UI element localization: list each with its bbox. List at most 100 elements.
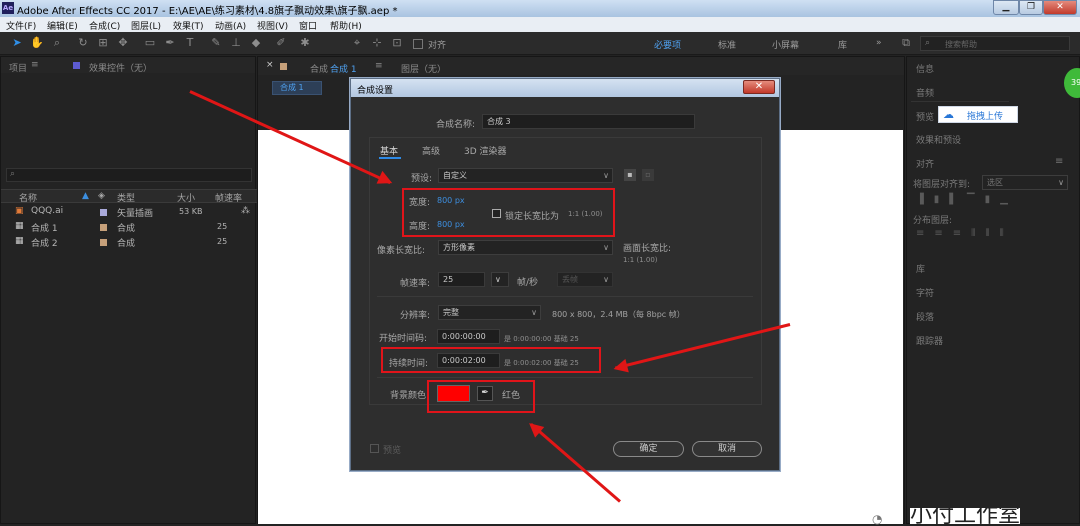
workspace-essentials[interactable]: 必要项 xyxy=(654,38,681,51)
project-search-input[interactable]: ⌕ xyxy=(6,168,252,182)
panel-menu-icon[interactable]: ≡ xyxy=(1055,156,1063,167)
delete-preset-icon[interactable]: ▫ xyxy=(642,169,654,181)
audio-panel-tab[interactable]: 音频 xyxy=(916,86,934,99)
tab-3d-renderer[interactable]: 3D 渲染器 xyxy=(464,144,507,157)
label-color-swatch xyxy=(100,224,107,231)
drop-frame-dropdown[interactable]: 丢帧 ∨ xyxy=(557,272,613,287)
preview-panel-tab[interactable]: 预览 xyxy=(916,110,934,123)
menu-window[interactable]: 窗口 xyxy=(299,19,317,32)
workspace-overflow[interactable]: » xyxy=(876,38,882,48)
local-axis-icon[interactable]: ⌖ xyxy=(350,36,364,50)
info-panel-tab[interactable]: 信息 xyxy=(916,62,934,75)
fps-input[interactable]: 25 xyxy=(438,272,485,287)
label-tag-icon[interactable]: ◈ xyxy=(98,191,105,201)
layer-tab[interactable]: 图层（无） xyxy=(401,62,446,75)
preset-value: 自定义 xyxy=(443,171,467,180)
col-fps[interactable]: 帧速率 xyxy=(215,191,242,204)
workspace-libraries[interactable]: 库 xyxy=(838,38,847,51)
paragraph-tab[interactable]: 段落 xyxy=(916,310,934,323)
workspace-standard[interactable]: 标准 xyxy=(718,38,736,51)
panel-menu-icon[interactable]: ≡ xyxy=(375,61,383,71)
col-size[interactable]: 大小 xyxy=(177,191,195,204)
cancel-button[interactable]: 取消 xyxy=(692,441,762,457)
comp-name-input[interactable]: 合成 3 xyxy=(482,114,695,129)
tracker-tab[interactable]: 跟踪器 xyxy=(916,334,943,347)
menu-file[interactable]: 文件(F) xyxy=(6,19,36,32)
minimize-button[interactable]: ▁ xyxy=(993,0,1019,15)
menu-effect[interactable]: 效果(T) xyxy=(173,19,204,32)
clone-stamp-tool-icon[interactable]: ⊥ xyxy=(229,36,243,50)
tab-basic[interactable]: 基本 xyxy=(380,144,398,157)
app-icon: Ae xyxy=(2,2,14,14)
rectangle-tool-icon[interactable]: ▭ xyxy=(143,36,157,50)
fps-label: 帧速率: xyxy=(400,279,431,289)
brush-tool-icon[interactable]: ✎ xyxy=(209,36,223,50)
highlight-size-box xyxy=(402,188,615,237)
upload-button[interactable]: ☁ 拖拽上传 xyxy=(938,106,1018,123)
menu-edit[interactable]: 编辑(E) xyxy=(47,19,78,32)
pixel-aspect-value: 方形像素 xyxy=(443,243,475,252)
panel-menu-icon[interactable]: ≡ xyxy=(31,60,39,70)
help-search-input[interactable]: ⌕ 搜索帮助 xyxy=(920,36,1070,51)
close-button[interactable]: ✕ xyxy=(1043,0,1077,15)
maximize-button[interactable]: ❐ xyxy=(1019,0,1043,15)
menu-help[interactable]: 帮助(H) xyxy=(330,19,362,32)
hand-tool-icon[interactable]: ✋ xyxy=(30,36,44,50)
close-tab-icon[interactable]: × xyxy=(266,60,274,70)
sort-icon[interactable]: ▲ xyxy=(82,191,89,201)
sync-icon[interactable]: ⧉ xyxy=(899,36,913,50)
menu-composition[interactable]: 合成(C) xyxy=(89,19,120,32)
workspace-small-screen[interactable]: 小屏幕 xyxy=(772,38,799,51)
active-tab-indicator xyxy=(379,157,401,159)
composition-subtab[interactable]: 合成 1 xyxy=(272,81,322,95)
ok-button[interactable]: 确定 xyxy=(613,441,684,457)
project-item-name: 合成 2 xyxy=(31,239,58,249)
pen-tool-icon[interactable]: ✒ xyxy=(163,36,177,50)
puppet-tool-icon[interactable]: ✱ xyxy=(298,36,312,50)
col-type[interactable]: 类型 xyxy=(117,191,135,204)
chevron-down-icon: ∨ xyxy=(603,171,609,180)
preview-label: 预览 xyxy=(383,446,402,456)
eraser-tool-icon[interactable]: ◆ xyxy=(249,36,263,50)
col-name[interactable]: 名称 xyxy=(19,191,37,204)
project-tab[interactable]: 项目 xyxy=(9,61,27,74)
resolution-dropdown[interactable]: 完整 ∨ xyxy=(438,305,541,320)
fps-dropdown[interactable]: ∨ xyxy=(491,272,509,287)
effects-swatch-icon xyxy=(73,62,80,69)
camera-tool-icon[interactable]: ⊞ xyxy=(96,36,110,50)
save-preset-icon[interactable]: ▪ xyxy=(624,169,636,181)
chevron-down-icon: ∨ xyxy=(531,308,537,317)
effects-controls-tab[interactable]: 效果控件（无） xyxy=(89,61,152,74)
project-item-size: 53 KB xyxy=(179,207,203,216)
view-axis-icon[interactable]: ⊡ xyxy=(390,36,404,50)
project-item-fps: 25 xyxy=(217,222,228,231)
dialog-close-button[interactable]: ✕ xyxy=(743,80,775,94)
align-buttons-row[interactable]: ▐▮▌▔▮▁ xyxy=(916,194,1066,208)
effects-presets-tab[interactable]: 效果和预设 xyxy=(916,133,961,146)
roto-brush-tool-icon[interactable]: ✐ xyxy=(274,36,288,50)
menu-view[interactable]: 视图(V) xyxy=(257,19,288,32)
distribute-buttons-row[interactable]: ≡≡≡⫴⫴⫴ xyxy=(916,228,1066,242)
start-timecode-input[interactable]: 0:00:00:00 xyxy=(437,329,500,344)
menu-animation[interactable]: 动画(A) xyxy=(215,19,246,32)
type-tool-icon[interactable]: T xyxy=(183,36,197,50)
tab-advanced[interactable]: 高级 xyxy=(422,144,440,157)
zoom-tool-icon[interactable]: ⌕ xyxy=(50,36,64,50)
rotate-tool-icon[interactable]: ↻ xyxy=(76,36,90,50)
composition-tab-label[interactable]: 合成 xyxy=(310,62,328,75)
pan-behind-tool-icon[interactable]: ✥ xyxy=(116,36,130,50)
pixel-aspect-dropdown[interactable]: 方形像素 ∨ xyxy=(438,240,613,255)
preview-checkbox[interactable] xyxy=(370,444,379,453)
world-axis-icon[interactable]: ⊹ xyxy=(370,36,384,50)
dialog-title-bar: 合成设置 ✕ xyxy=(351,79,779,97)
composition-tab-name[interactable]: 合成 1 xyxy=(330,62,357,75)
libraries-tab[interactable]: 库 xyxy=(916,262,925,275)
align-to-dropdown[interactable]: 选区 ∨ xyxy=(982,175,1068,190)
menu-layer[interactable]: 图层(L) xyxy=(131,19,161,32)
composition-panel-header: × 合成 合成 1 ≡ 图层（无） xyxy=(258,57,904,75)
selection-tool-icon[interactable]: ➤ xyxy=(10,36,24,50)
snap-checkbox[interactable] xyxy=(413,39,423,49)
character-tab[interactable]: 字符 xyxy=(916,286,934,299)
align-panel-tab[interactable]: 对齐 xyxy=(916,157,934,170)
preset-dropdown[interactable]: 自定义 ∨ xyxy=(438,168,613,183)
